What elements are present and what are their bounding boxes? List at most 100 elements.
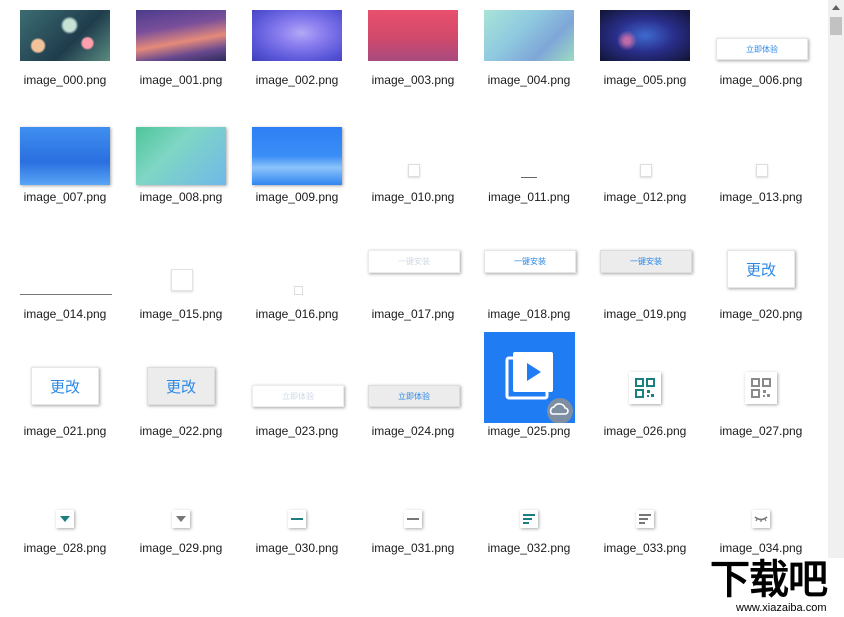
file-item[interactable]: image_026.png: [587, 359, 703, 475]
file-name: image_020.png: [719, 307, 803, 321]
thumbnail-image: [20, 10, 110, 61]
file-item[interactable]: image_011.png: [471, 125, 587, 241]
file-grid: image_000.png image_001.png image_002.pngi…: [0, 0, 828, 617]
file-name: image_024.png: [371, 424, 455, 438]
file-name: image_000.png: [23, 73, 107, 87]
file-name: image_001.png: [139, 73, 223, 87]
thumbnail-image: [484, 332, 575, 424]
file-name: image_032.png: [487, 541, 571, 555]
thumbnail-image: [600, 10, 690, 61]
thumbnail-text: 一键安装: [630, 257, 662, 266]
eye-closed-icon: [754, 516, 768, 522]
file-item[interactable]: 一键安装 image_017.png: [355, 242, 471, 358]
scroll-up-arrow-icon[interactable]: [828, 0, 844, 16]
thumbnail-button-image: 一键安装: [368, 250, 460, 273]
thumbnail-button-image: 立即体验: [252, 385, 344, 407]
watermark: 下载吧 www.xiazaiba.com: [706, 557, 844, 617]
file-name: image_003.png: [371, 73, 455, 87]
file-item[interactable]: image_004.png: [471, 8, 587, 124]
file-name: image_025.png: [487, 424, 571, 438]
thumbnail-button-image: 更改: [31, 367, 99, 405]
file-item[interactable]: image_012.png: [587, 125, 703, 241]
file-name: image_030.png: [255, 541, 339, 555]
file-item[interactable]: image_016.png: [239, 242, 355, 358]
file-item[interactable]: image_002.png: [239, 8, 355, 124]
thumbnail-image: [745, 372, 777, 404]
file-item[interactable]: image_010.png: [355, 125, 471, 241]
file-item[interactable]: 一键安装 image_019.png: [587, 242, 703, 358]
file-item[interactable]: image_007.png: [7, 125, 123, 241]
file-item[interactable]: image_001.png: [123, 8, 239, 124]
file-item[interactable]: image_031.png: [355, 476, 471, 592]
minimize-icon: [407, 518, 419, 520]
file-item[interactable]: image_032.png: [471, 476, 587, 592]
file-item[interactable]: image_008.png: [123, 125, 239, 241]
file-name: image_005.png: [603, 73, 687, 87]
file-name: image_010.png: [371, 190, 455, 204]
file-item[interactable]: image_028.png: [7, 476, 123, 592]
thumbnail-text: 更改: [49, 377, 80, 396]
file-name: image_006.png: [719, 73, 803, 87]
thumbnail-image: [629, 372, 661, 404]
thumbnail-button-image: 立即体验: [716, 38, 808, 60]
file-item[interactable]: image_033.png: [587, 476, 703, 592]
thumbnail-image: [404, 510, 422, 528]
thumbnail-image: [20, 127, 110, 185]
file-item[interactable]: image_015.png: [123, 242, 239, 358]
thumbnail-image: [136, 10, 226, 61]
thumbnail-image: [640, 164, 652, 177]
thumbnail-image: [172, 510, 190, 528]
file-item[interactable]: image_003.png: [355, 8, 471, 124]
thumbnail-text: 一键安装: [398, 257, 430, 266]
file-name: image_011.png: [488, 190, 570, 204]
file-item[interactable]: image_005.png: [587, 8, 703, 124]
video-play-icon: [505, 352, 573, 424]
chevron-down-icon: [176, 516, 186, 522]
thumbnail-text: 立即体验: [398, 391, 430, 401]
vertical-scrollbar[interactable]: [828, 0, 844, 617]
thumbnail-image: [56, 510, 74, 528]
file-name: image_004.png: [487, 73, 571, 87]
file-name: image_016.png: [255, 307, 339, 321]
file-name: image_028.png: [23, 541, 107, 555]
thumbnail-image: [252, 127, 342, 185]
file-item[interactable]: 更改 image_020.png: [703, 242, 819, 358]
file-name: image_021.png: [23, 424, 107, 438]
file-item[interactable]: image_030.png: [239, 476, 355, 592]
thumbnail-image: [756, 164, 768, 177]
file-name: image_008.png: [139, 190, 223, 204]
file-name: image_013.png: [719, 190, 803, 204]
file-item[interactable]: 更改 image_021.png: [7, 359, 123, 475]
menu-icon: [523, 514, 535, 524]
file-item[interactable]: image_009.png: [239, 125, 355, 241]
file-item[interactable]: image_014.png: [7, 242, 123, 358]
thumbnail-button-image: 立即体验: [368, 385, 460, 407]
file-item[interactable]: image_000.png: [7, 8, 123, 124]
thumbnail-text: 立即体验: [282, 391, 314, 401]
file-item[interactable]: image_029.png: [123, 476, 239, 592]
watermark-url: www.xiazaiba.com: [736, 602, 827, 614]
thumbnail-image: [408, 164, 420, 177]
thumbnail-image: [521, 177, 537, 178]
file-name: image_026.png: [603, 424, 687, 438]
watermark-logo: 下载吧: [710, 557, 828, 603]
file-item[interactable]: 立即体验 image_024.png: [355, 359, 471, 475]
file-name: image_019.png: [603, 307, 687, 321]
file-item[interactable]: image_027.png: [703, 359, 819, 475]
qr-code-icon: [751, 378, 771, 398]
file-name: image_009.png: [255, 190, 339, 204]
file-item[interactable]: 立即体验 image_023.png: [239, 359, 355, 475]
thumbnail-image: [368, 10, 458, 61]
file-name: image_014.png: [23, 307, 107, 321]
thumbnail-text: 更改: [165, 377, 196, 396]
file-item[interactable]: 立即体验 image_006.png: [703, 8, 819, 124]
file-name: image_034.png: [719, 541, 803, 555]
file-name: image_017.png: [371, 307, 455, 321]
scroll-thumb[interactable]: [830, 17, 842, 35]
file-item[interactable]: image_013.png: [703, 125, 819, 241]
menu-icon: [639, 514, 651, 524]
file-item[interactable]: 更改 image_022.png: [123, 359, 239, 475]
file-item[interactable]: image_025.png: [471, 332, 587, 475]
file-name: image_031.png: [371, 541, 455, 555]
thumbnail-image: [294, 286, 303, 295]
